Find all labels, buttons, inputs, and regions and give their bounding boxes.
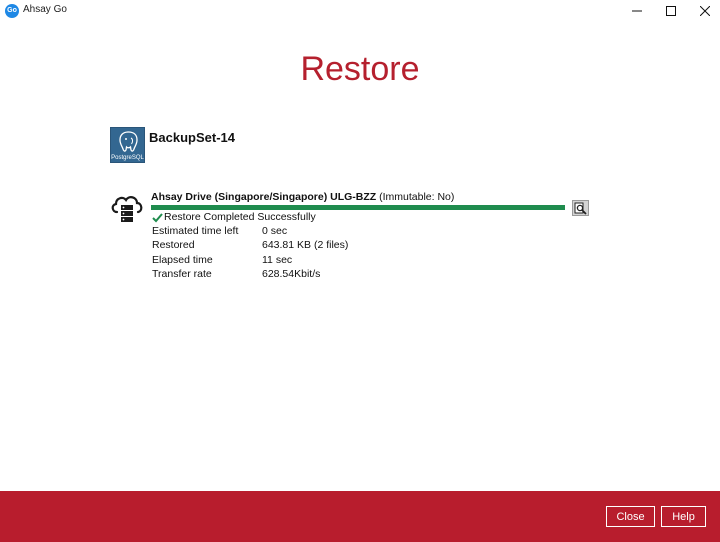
- detail-label-restored: Restored: [152, 239, 195, 251]
- restore-status: Restore Completed Successfully: [152, 211, 316, 223]
- destination-immutable-status: (Immutable: No): [376, 191, 455, 203]
- detail-label-estimated-time: Estimated time left: [152, 225, 239, 237]
- detail-label-transfer-rate: Transfer rate: [152, 268, 212, 280]
- magnifier-icon: [574, 202, 587, 215]
- backup-set-name: BackupSet-14: [149, 130, 235, 145]
- maximize-icon: [666, 6, 676, 16]
- title-bar: Go Ahsay Go: [0, 0, 720, 22]
- window-title: Ahsay Go: [23, 4, 67, 15]
- close-button[interactable]: Close: [606, 506, 655, 527]
- detail-value-transfer-rate: 628.54Kbit/s: [262, 268, 321, 280]
- close-window-button[interactable]: [688, 0, 720, 22]
- close-icon: [700, 6, 710, 16]
- detail-label-elapsed-time: Elapsed time: [152, 254, 213, 266]
- view-detail-button[interactable]: [572, 200, 589, 216]
- restore-progress-fill: [151, 205, 565, 210]
- detail-value-estimated-time: 0 sec: [262, 225, 288, 237]
- postgresql-icon: PostgreSQL: [110, 127, 145, 163]
- restore-status-text: Restore Completed Successfully: [164, 211, 316, 223]
- help-button[interactable]: Help: [661, 506, 706, 527]
- restore-progress-bar: [151, 205, 565, 210]
- postgresql-logo-text: PostgreSQL: [111, 155, 144, 161]
- check-icon: [152, 212, 163, 222]
- minimize-button[interactable]: [620, 0, 654, 22]
- minimize-icon: [632, 10, 642, 12]
- destination-name: Ahsay Drive (Singapore/Singapore) ULG-BZ…: [151, 191, 377, 203]
- page-title: Restore: [300, 50, 420, 88]
- detail-value-elapsed-time: 11 sec: [262, 254, 293, 266]
- cloud-server-icon: [109, 190, 145, 226]
- maximize-button[interactable]: [654, 0, 688, 22]
- detail-value-restored: 643.81 KB (2 files): [262, 239, 349, 251]
- destination-title: Ahsay Drive (Singapore/Singapore) ULG-BZ…: [151, 191, 454, 203]
- app-icon: Go: [5, 4, 19, 18]
